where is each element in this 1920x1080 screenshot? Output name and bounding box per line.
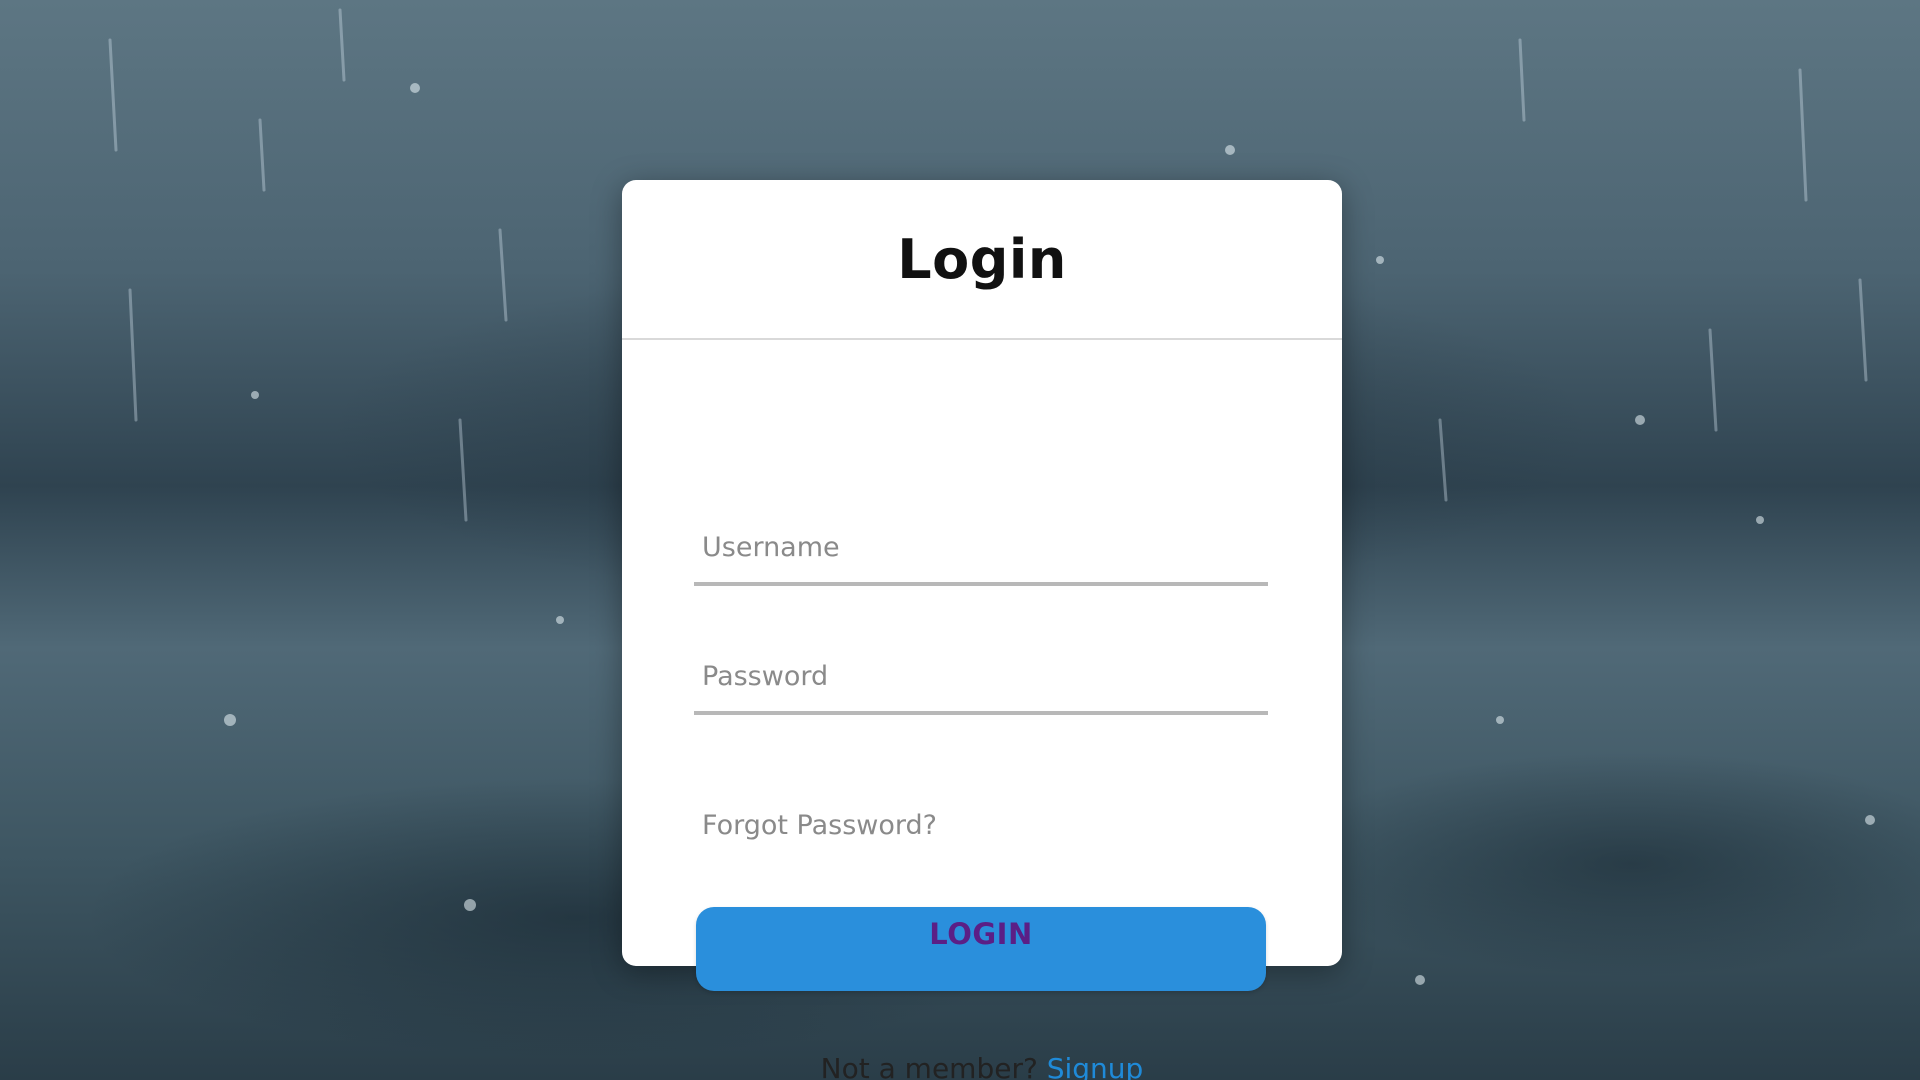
login-card: Login Forgot Password? LOGIN Not a membe… <box>622 180 1342 1080</box>
login-button-label: LOGIN <box>929 917 1033 951</box>
signup-link[interactable]: Signup <box>1047 1052 1144 1080</box>
login-card-header: Login <box>622 180 1342 340</box>
password-field[interactable] <box>694 641 1268 715</box>
login-title: Login <box>897 227 1067 291</box>
signup-row: Not a member? Signup <box>622 1052 1342 1080</box>
password-input[interactable] <box>694 641 1268 711</box>
forgot-password-link[interactable]: Forgot Password? <box>702 810 937 841</box>
username-field[interactable] <box>694 512 1268 586</box>
username-input[interactable] <box>694 512 1268 582</box>
login-button[interactable]: LOGIN <box>696 907 1266 991</box>
signup-prompt: Not a member? <box>820 1052 1047 1080</box>
